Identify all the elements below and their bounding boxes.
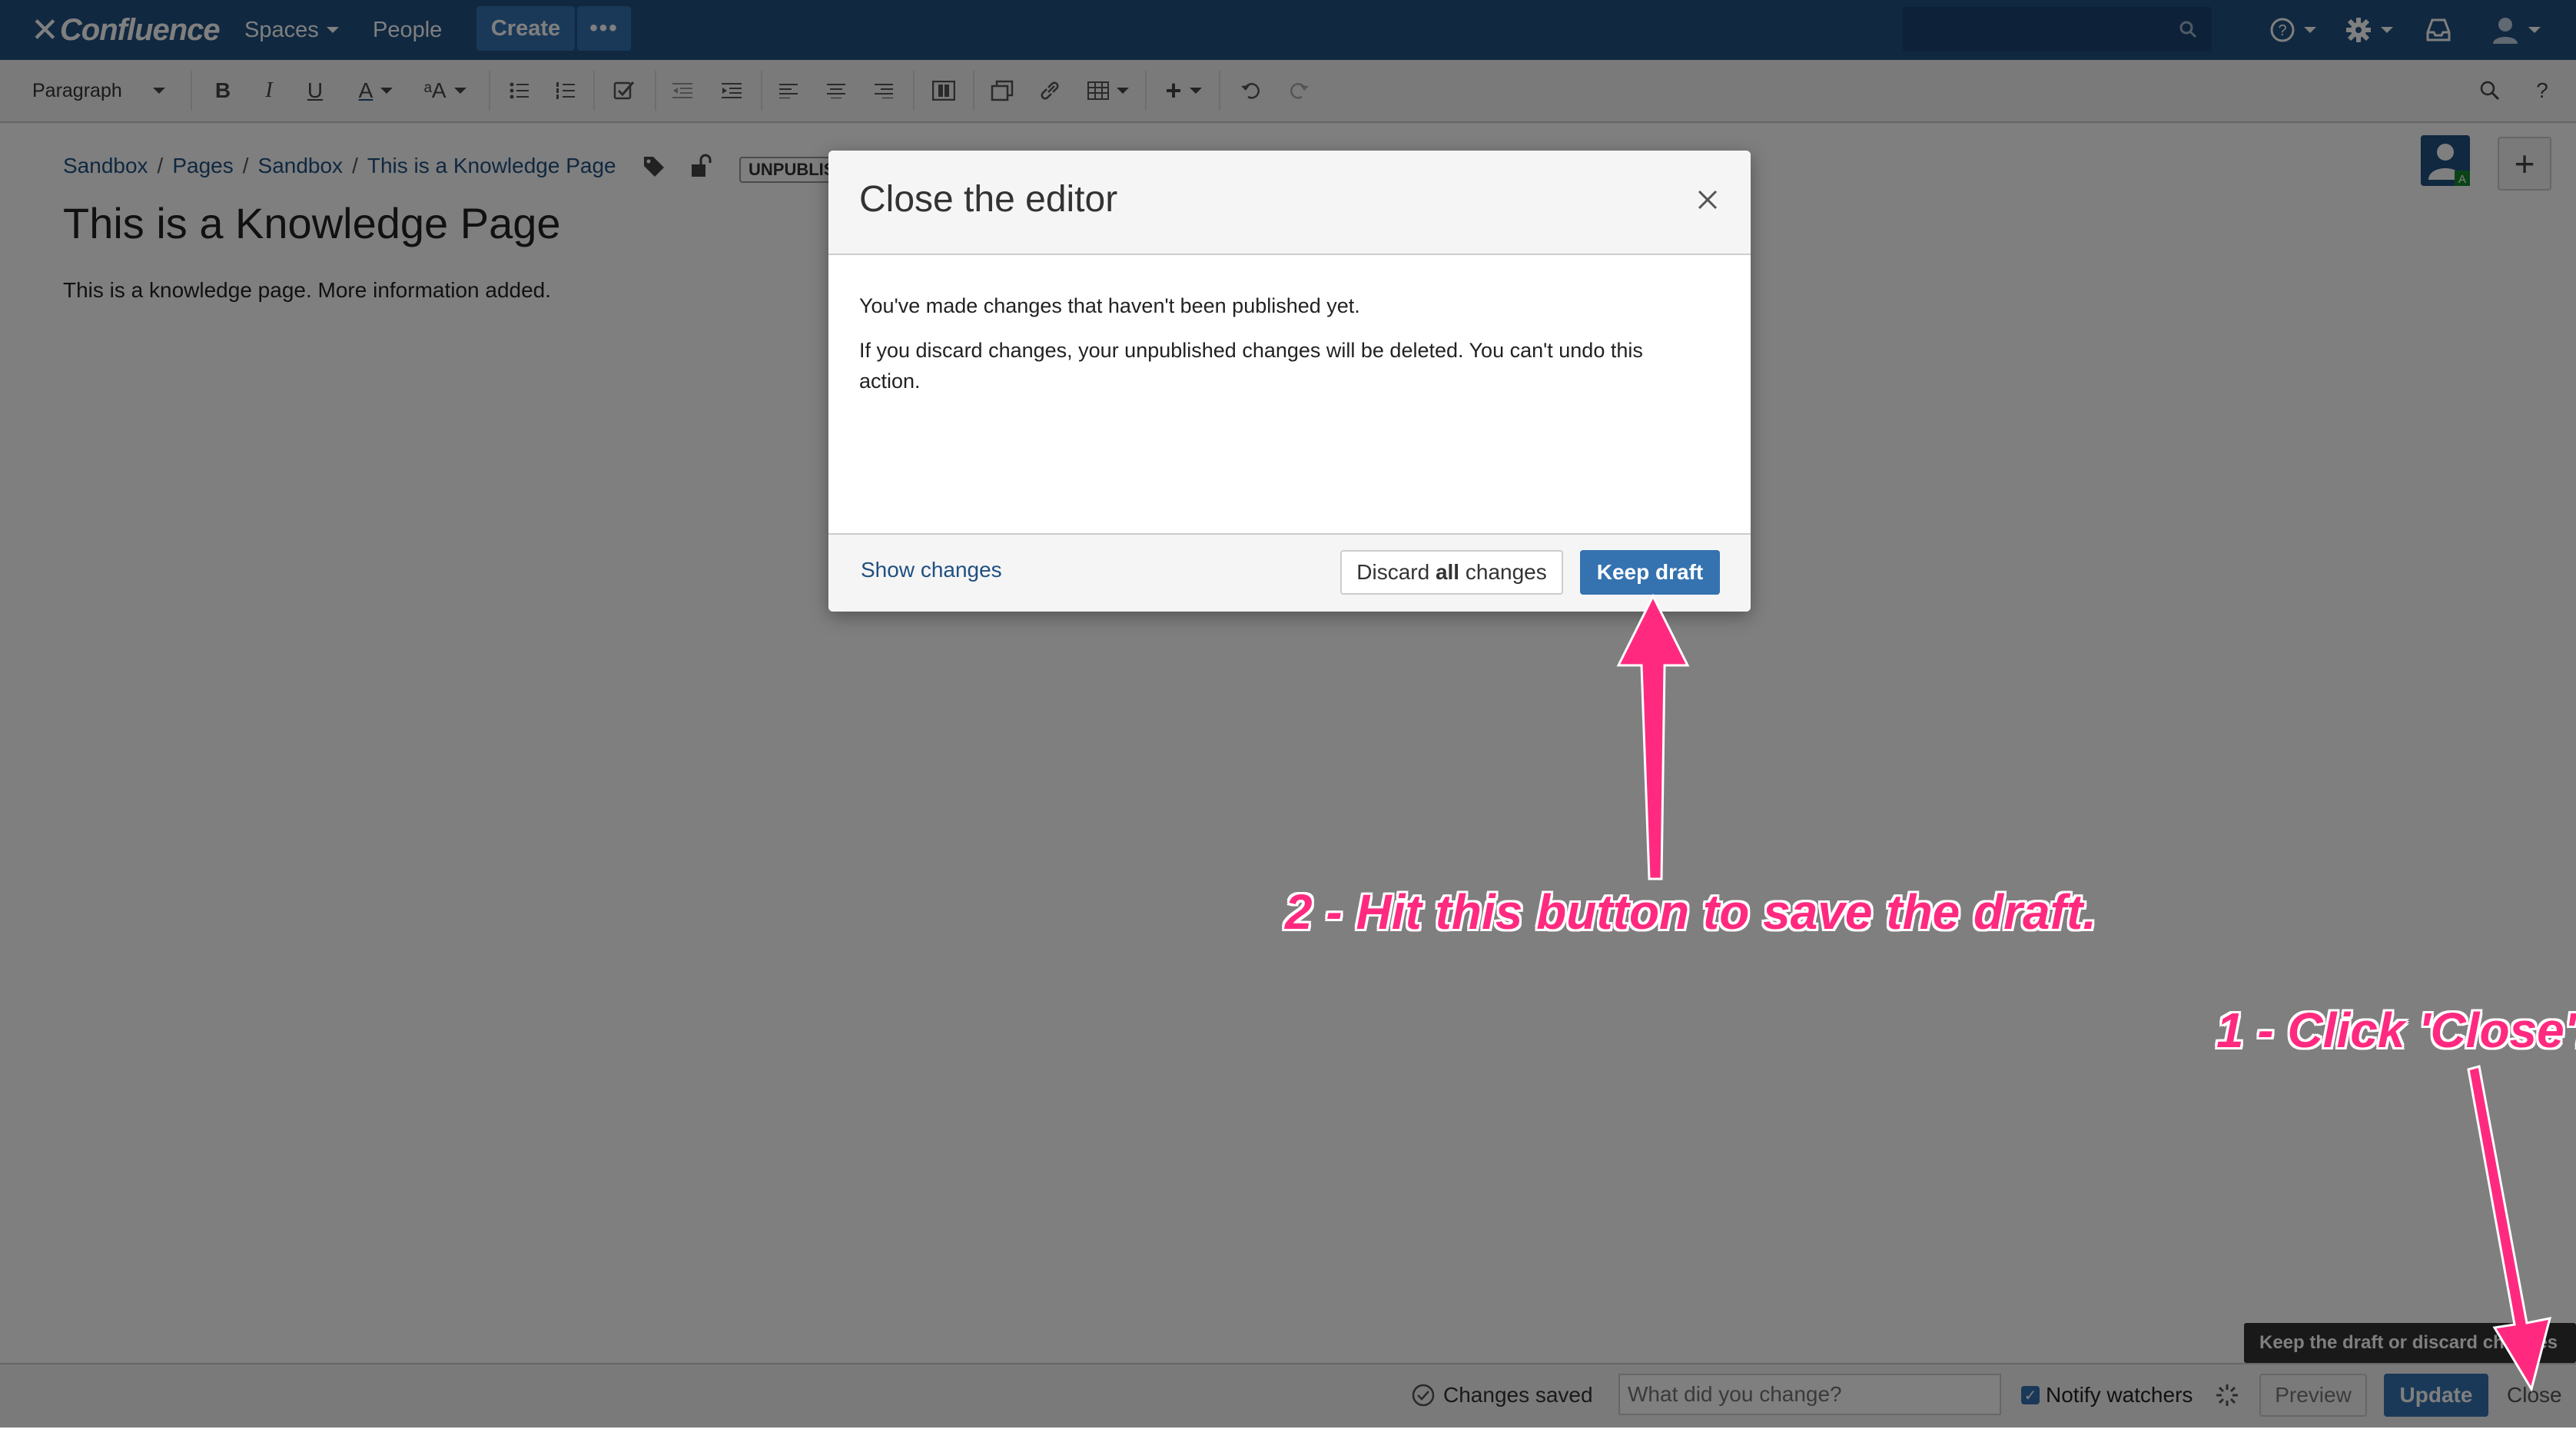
- annotation-arrows: [1616, 593, 2552, 1392]
- arrow-to-close: [2467, 1065, 2552, 1392]
- arrow-to-keep-draft: [1616, 593, 1690, 880]
- annotation-step-2: 2 - Hit this button to save the draft.: [1285, 884, 2097, 940]
- annotation-step-1: 1 - Click 'Close'.: [2216, 1003, 2576, 1058]
